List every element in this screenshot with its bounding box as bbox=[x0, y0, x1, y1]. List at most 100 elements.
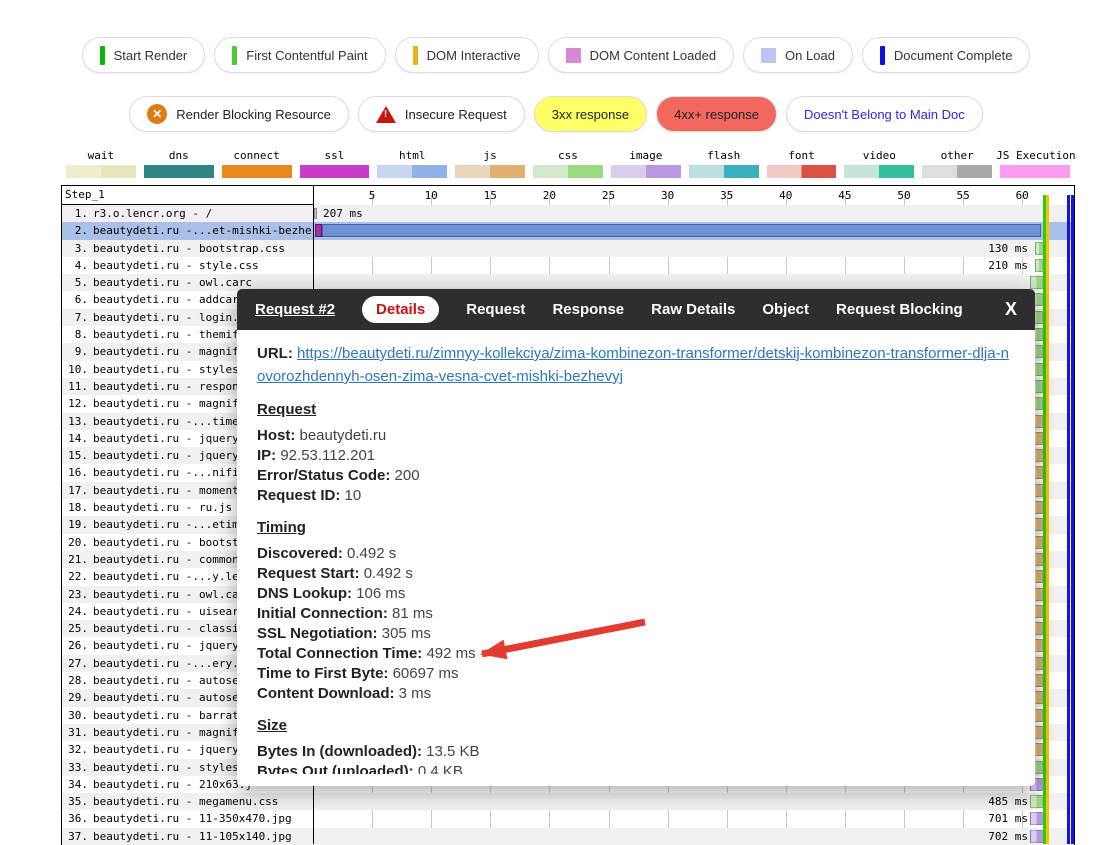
tab-object[interactable]: Object bbox=[762, 301, 809, 318]
phase-other: other bbox=[918, 149, 996, 178]
phase-label: image bbox=[629, 149, 663, 162]
on-load-icon bbox=[761, 47, 777, 63]
request-number: 28. bbox=[68, 674, 88, 688]
field-value: 492 ms bbox=[422, 645, 476, 662]
section-heading-request: Request bbox=[257, 401, 317, 418]
phase-label: flash bbox=[707, 149, 741, 162]
request-bar-css bbox=[1035, 241, 1043, 255]
legend-pill-first-contentful-paint[interactable]: First Contentful Paint bbox=[214, 37, 386, 73]
phase-label: js bbox=[483, 149, 497, 162]
field-value: 106 ms bbox=[352, 585, 406, 602]
tick-label-60: 60 bbox=[1015, 189, 1029, 202]
flag-pill-3xx-response[interactable]: 3xx response bbox=[533, 96, 648, 132]
tab-request[interactable]: Request bbox=[466, 301, 525, 318]
phase-html: html bbox=[373, 149, 451, 178]
tab-details-active[interactable]: Details bbox=[362, 296, 440, 323]
legend-pill-dom-interactive[interactable]: DOM Interactive bbox=[394, 37, 539, 73]
request-label: 5. beautydeti.ru - owl.carc bbox=[62, 276, 312, 289]
tab-request-blocking[interactable]: Request Blocking bbox=[836, 301, 963, 318]
phase-video: video bbox=[840, 149, 918, 178]
request-number: 35. bbox=[68, 795, 88, 809]
waterfall-row-4[interactable]: 4. beautydeti.ru - style.css 210 ms bbox=[62, 257, 1074, 274]
request-url-link[interactable]: https://beautydeti.ru/zimnyy-kollekciya/… bbox=[257, 345, 1009, 385]
legend-pill-dom-content-loaded[interactable]: DOM Content Loaded bbox=[547, 37, 735, 73]
request-number: 33. bbox=[68, 760, 88, 774]
legend-pill-start-render[interactable]: Start Render bbox=[81, 37, 206, 73]
request-number: 6. bbox=[74, 293, 88, 307]
detail-field-initial-connection: Initial Connection: 81 ms bbox=[257, 604, 1015, 624]
flag-pill-label: Insecure Request bbox=[404, 106, 507, 122]
request-number: 4. bbox=[74, 258, 88, 272]
phase-label: JS Execution bbox=[996, 149, 1076, 162]
waterfall-row-36[interactable]: 36. beautydeti.ru - 11-350x470.jpg 701 ms bbox=[62, 810, 1074, 827]
popup-title[interactable]: Request #2 bbox=[255, 301, 335, 318]
request-label: 2. beautydeti.ru -...et-mishki-bezhevyj bbox=[62, 224, 312, 237]
request-number: 14. bbox=[68, 431, 88, 445]
url-label: URL: bbox=[257, 345, 293, 362]
waterfall-row-3[interactable]: 3. beautydeti.ru - bootstrap.css 130 ms bbox=[62, 239, 1074, 257]
popup-header: Request #2 Details Request Response Raw … bbox=[237, 289, 1035, 330]
waterfall-row-37[interactable]: 37. beautydeti.ru - 11-105x140.jpg 702 ms bbox=[62, 827, 1074, 845]
request-bar-css bbox=[1030, 276, 1043, 290]
waterfall-row-2[interactable]: 2. beautydeti.ru -...et-mishki-bezhevyj bbox=[62, 222, 1074, 240]
url-row: URL: https://beautydeti.ru/zimnyy-kollek… bbox=[257, 342, 1015, 388]
waterfall-row-1[interactable]: 1. r3.o.lencr.org - / 207 ms bbox=[62, 205, 1074, 223]
phase-label: html bbox=[399, 149, 426, 162]
flag-pill-doesn-t-belong-to-main-doc[interactable]: Doesn't Belong to Main Doc bbox=[786, 96, 983, 132]
phase-swatch-flash bbox=[688, 165, 759, 178]
field-label: SSL Negotiation: bbox=[257, 625, 378, 642]
field-value: 60697 ms bbox=[388, 665, 459, 682]
request-number: 25. bbox=[68, 622, 88, 636]
phase-image: image bbox=[607, 149, 685, 178]
phase-swatch-html bbox=[377, 165, 448, 178]
request-number: 11. bbox=[68, 379, 88, 393]
phase-swatch-css bbox=[533, 165, 603, 178]
phase-swatch-video bbox=[844, 165, 915, 178]
request-number: 34. bbox=[68, 777, 88, 791]
field-value: 81 ms bbox=[387, 605, 433, 622]
phase-swatch-js bbox=[455, 165, 526, 178]
tick-label-5: 5 bbox=[368, 189, 376, 202]
close-icon[interactable]: X bbox=[1005, 299, 1017, 320]
tab-raw-details[interactable]: Raw Details bbox=[651, 301, 735, 318]
legend-pill-on-load[interactable]: On Load bbox=[743, 37, 853, 73]
request-bar-image bbox=[1030, 812, 1043, 826]
request-flag-legend: ✕ Render Blocking Resource Insecure Reques… bbox=[0, 96, 1112, 132]
flag-pill-4xx-response[interactable]: 4xx+ response bbox=[656, 96, 778, 132]
request-number: 9. bbox=[74, 345, 88, 359]
tick-label-50: 50 bbox=[897, 189, 911, 202]
legend-pill-document-complete[interactable]: Document Complete bbox=[861, 37, 1031, 73]
dom-interactive-icon bbox=[412, 45, 418, 65]
request-time-label: 207 ms bbox=[323, 207, 363, 220]
flag-pill-render-blocking-resource[interactable]: ✕ Render Blocking Resource bbox=[129, 96, 349, 132]
phase-font: font bbox=[763, 149, 841, 178]
flag-pill-label: Doesn't Belong to Main Doc bbox=[804, 106, 965, 122]
detail-field-request-start: Request Start: 0.492 s bbox=[257, 564, 1015, 584]
phase-swatch-dns bbox=[143, 165, 214, 178]
flag-pill-insecure-request[interactable]: Insecure Request bbox=[357, 96, 525, 132]
tab-response[interactable]: Response bbox=[552, 301, 624, 318]
request-number: 3. bbox=[74, 241, 88, 255]
request-number: 20. bbox=[68, 535, 88, 549]
request-bar-css bbox=[1035, 258, 1043, 272]
detail-field-dns-lookup: DNS Lookup: 106 ms bbox=[257, 584, 1015, 604]
request-time-label: 702 ms bbox=[988, 829, 1028, 843]
request-number: 19. bbox=[68, 518, 88, 532]
field-value: 305 ms bbox=[377, 625, 431, 642]
render-blocking-icon: ✕ bbox=[147, 104, 168, 124]
phase-label: other bbox=[940, 149, 974, 162]
field-label: Total Connection Time: bbox=[257, 645, 423, 662]
legend-pill-label: DOM Interactive bbox=[426, 47, 521, 63]
first-contentful-paint-icon bbox=[232, 45, 238, 65]
phase-label: dns bbox=[168, 149, 189, 162]
tick-label-40: 40 bbox=[779, 189, 793, 202]
tick-label-10: 10 bbox=[424, 189, 438, 202]
field-value: 92.53.112.201 bbox=[276, 447, 376, 464]
legend-pill-label: On Load bbox=[785, 47, 835, 63]
field-label: Bytes In (downloaded): bbox=[257, 743, 422, 760]
detail-field-content-download: Content Download: 3 ms bbox=[257, 684, 1015, 704]
waterfall-row-35[interactable]: 35. beautydeti.ru - megamenu.css 485 ms bbox=[62, 793, 1074, 811]
start-render-icon bbox=[99, 45, 105, 65]
field-label: Initial Connection: bbox=[257, 605, 388, 622]
field-label: Request Start: bbox=[257, 565, 360, 582]
